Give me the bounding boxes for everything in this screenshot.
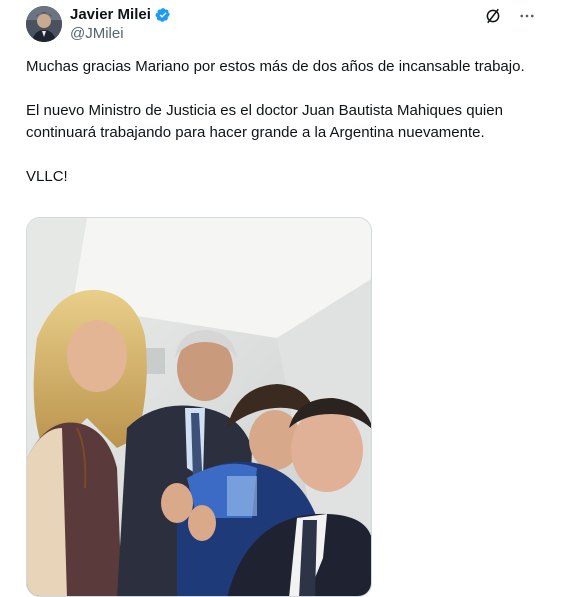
tweet-card: Javier Milei @JMilei Muchas gracias Mari… [0,0,563,597]
author-display-name[interactable]: Javier Milei [70,6,151,23]
author-handle[interactable]: @JMilei [70,25,124,42]
tweet-paragraph-2: El nuevo Ministro de Justicia es el doct… [26,102,508,141]
more-options-icon[interactable] [517,6,537,26]
author-avatar[interactable] [26,6,62,42]
grok-icon[interactable] [483,6,503,26]
verified-badge-icon [155,7,171,23]
user-avatar-icon [26,6,62,42]
tweet-paragraph-1: Muchas gracias Mariano por estos más de … [26,58,525,75]
group-selfie-photo-icon [27,218,371,596]
author-name-row: Javier Milei [70,6,171,23]
tweet-header-actions [483,6,537,26]
tweet-paragraph-3: VLLC! [26,168,68,185]
tweet-text: Muchas gracias Mariano por estos más de … [26,56,536,210]
tweet-photo[interactable] [26,217,372,597]
